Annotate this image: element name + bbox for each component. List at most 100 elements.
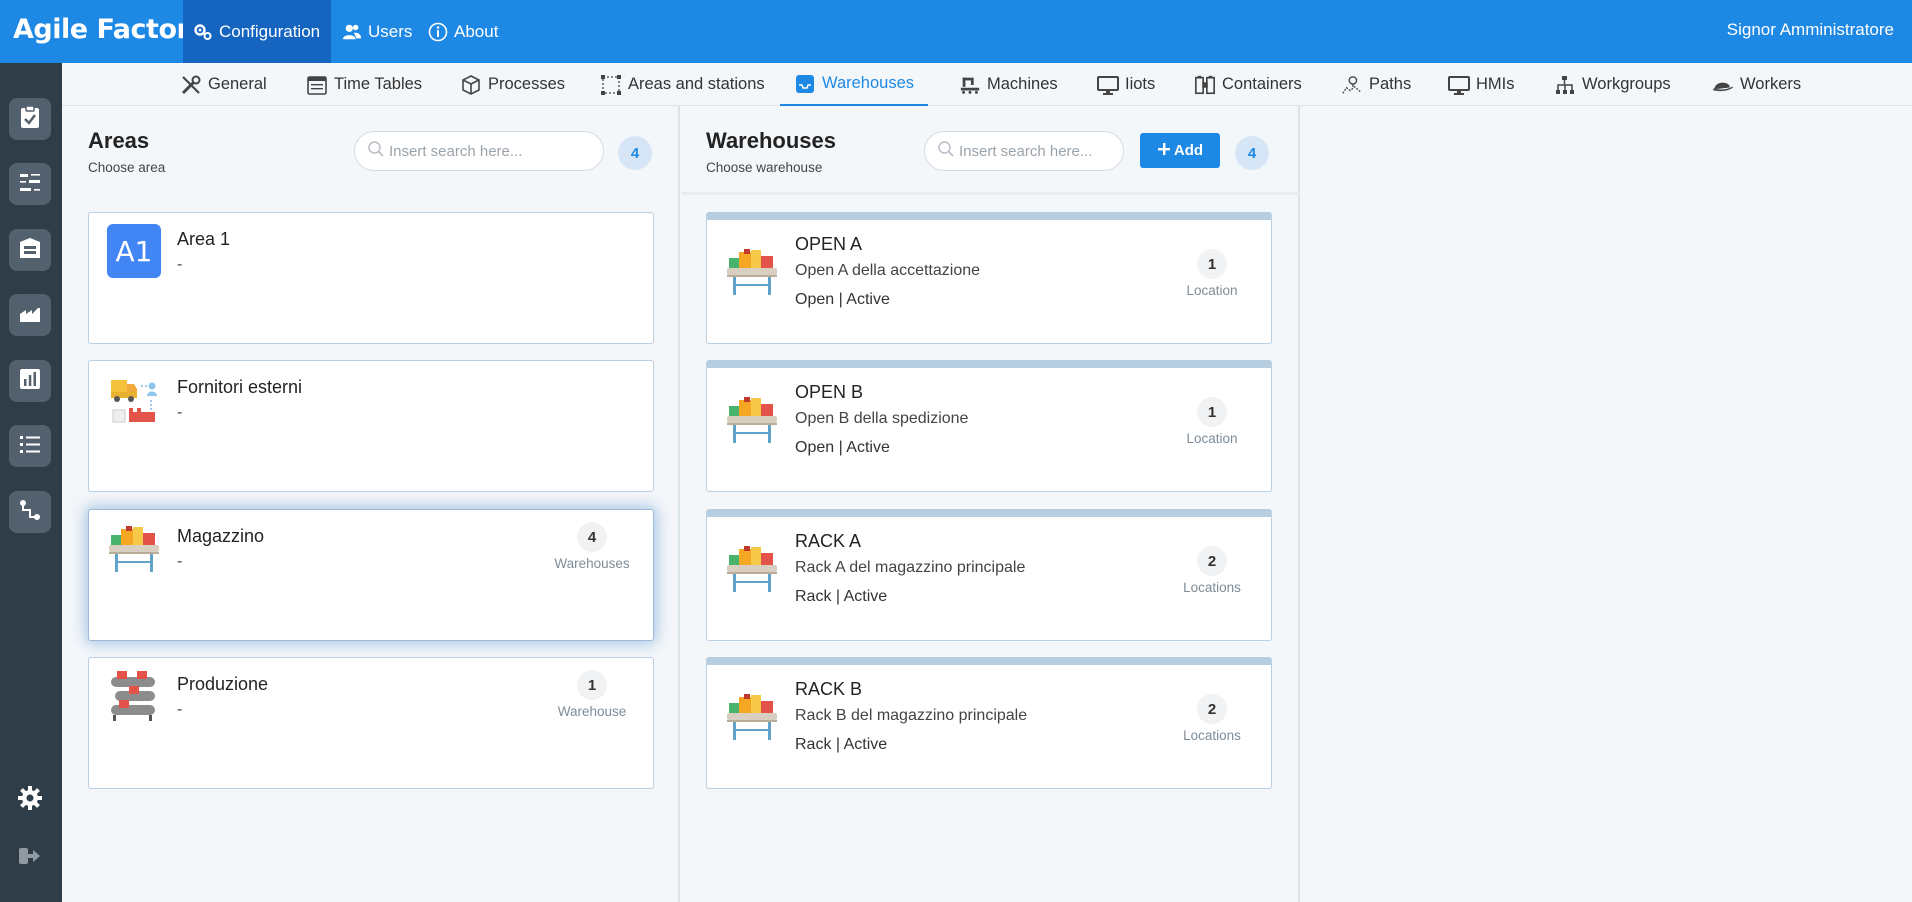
warehouse-status: Open | Active (795, 291, 890, 308)
tab-label: Time Tables (334, 75, 423, 93)
warehouse-desc: Open B della spedizione (795, 410, 969, 427)
topnav-about[interactable]: About (428, 0, 498, 63)
area-card-fornitori-esterni[interactable]: Fornitori esterni - (88, 360, 654, 492)
tab-warehouses[interactable]: Warehouses (780, 63, 929, 106)
area-name: Magazzino (177, 526, 265, 546)
warehouse-card-rack-a[interactable]: RACK A Rack A del magazzino principale R… (706, 509, 1272, 641)
warehouse-name: OPEN A (795, 234, 863, 254)
count-label: Locations (1183, 728, 1241, 743)
tab-iiots[interactable]: Iiots (1097, 63, 1155, 106)
area-card-area-1[interactable]: A1 Area 1 - (88, 212, 654, 344)
topnav-label: About (454, 21, 499, 41)
sidebar-logout[interactable] (13, 841, 47, 875)
tab-areas-stations[interactable]: Areas and stations (600, 63, 765, 106)
area-desc: - (177, 553, 183, 570)
tools-icon (180, 74, 202, 96)
area-warehouse-count: 4 Warehouses (547, 522, 637, 571)
tab-containers[interactable]: Containers (1194, 63, 1302, 106)
header-divider (682, 192, 1299, 195)
warehouse-card-rack-b[interactable]: RACK B Rack B del magazzino principale R… (706, 657, 1272, 789)
warehouse-location-count: 1 Location (1167, 249, 1257, 298)
containers-icon (1194, 74, 1216, 96)
warehouse-name: OPEN B (795, 382, 864, 402)
tab-workers[interactable]: Workers (1712, 63, 1801, 106)
user-menu[interactable]: Signor Amministratore (1727, 20, 1894, 40)
tab-label: Containers (1222, 75, 1302, 93)
areas-search[interactable] (354, 131, 604, 171)
area-name: Fornitori esterni (177, 377, 303, 397)
sidebar-item-reports[interactable] (9, 360, 51, 402)
area-card-produzione[interactable]: Produzione - 1 Warehouse (88, 657, 654, 789)
warehouse-desc: Rack A del magazzino principale (795, 559, 1026, 576)
areas-panel: Areas Choose area 4 A1 Area 1 - Fornitor… (62, 106, 680, 902)
topnav-configuration[interactable]: Configuration (183, 0, 331, 63)
tab-processes[interactable]: Processes (460, 63, 565, 106)
warehouse-shelf-icon (107, 521, 161, 575)
search-icon (937, 140, 955, 163)
tab-time-tables[interactable]: Time Tables (306, 63, 422, 106)
warehouses-count-badge: 4 (1235, 136, 1269, 170)
warehouse-status: Rack | Active (795, 588, 888, 605)
count-value: 2 (1197, 546, 1227, 576)
add-label: Add (1173, 142, 1204, 159)
sidebar-item-settings-flow[interactable] (9, 163, 51, 205)
app-brand[interactable]: Agile Factory (13, 14, 207, 45)
sidebar-item-flow[interactable] (9, 491, 51, 533)
areas-count-badge: 4 (618, 136, 652, 170)
tab-label: Warehouses (822, 74, 915, 92)
warehouse-card-open-b[interactable]: OPEN B Open B della spedizione Open | Ac… (706, 360, 1272, 492)
areas-subtitle: Choose area (88, 160, 166, 175)
search-icon (367, 140, 385, 163)
tab-machines[interactable]: Machines (959, 63, 1058, 106)
cube-icon (460, 74, 482, 96)
count-value: 1 (1197, 397, 1227, 427)
tab-hmis[interactable]: HMIs (1448, 63, 1515, 106)
gears-icon (193, 22, 213, 42)
tab-label: General (208, 75, 267, 93)
helmet-icon (1712, 74, 1734, 96)
tab-label: HMIs (1476, 75, 1515, 93)
sidebar-item-tasks[interactable] (9, 98, 51, 140)
sliders-icon (18, 170, 42, 199)
list-icon (18, 433, 42, 460)
warehouse-card-open-a[interactable]: OPEN A Open A della accettazione Open | … (706, 212, 1272, 344)
machine-icon (959, 74, 981, 96)
section-tabs: General Time Tables Processes Areas and … (62, 63, 1912, 106)
area-chart-icon (18, 302, 42, 329)
area-name: Produzione (177, 674, 269, 694)
add-warehouse-button[interactable]: Add (1140, 133, 1220, 168)
gear-icon (16, 784, 44, 817)
topnav-users[interactable]: Users (342, 0, 412, 63)
warehouse-name: RACK A (795, 531, 862, 551)
flow-icon (18, 498, 42, 527)
supplier-truck-icon (107, 372, 161, 426)
sidebar-item-list[interactable] (9, 425, 51, 467)
workgroups-icon (1554, 74, 1576, 96)
topnav-label: Configuration (219, 21, 321, 41)
info-icon (428, 22, 448, 42)
topnav-label: Users (368, 21, 413, 41)
inbox-icon (794, 73, 816, 95)
count-value: 2 (1197, 694, 1227, 724)
tab-label: Workgroups (1582, 75, 1671, 93)
warehouses-search-input[interactable] (959, 142, 1119, 160)
count-value: 4 (577, 522, 607, 552)
tab-label: Iiots (1125, 75, 1156, 93)
sidebar-settings[interactable] (13, 783, 47, 817)
sidebar-item-production[interactable] (9, 294, 51, 336)
top-bar: Agile Factory Configuration Users About … (0, 0, 1912, 63)
area-name: Area 1 (177, 229, 231, 249)
area-card-magazzino[interactable]: Magazzino - 4 Warehouses (88, 509, 654, 641)
production-conveyor-icon (107, 669, 161, 723)
tab-general[interactable]: General (180, 63, 267, 106)
areas-header: Areas Choose area 4 (62, 106, 678, 192)
left-sidebar (0, 63, 62, 902)
tab-label: Processes (488, 75, 566, 93)
plus-icon (1157, 142, 1171, 160)
tab-paths[interactable]: Paths (1341, 63, 1411, 106)
warehouse-status: Open | Active (795, 439, 890, 456)
sidebar-item-warehouse[interactable] (9, 229, 51, 271)
areas-search-input[interactable] (389, 142, 589, 160)
warehouses-search[interactable] (924, 131, 1124, 171)
tab-workgroups[interactable]: Workgroups (1554, 63, 1671, 106)
